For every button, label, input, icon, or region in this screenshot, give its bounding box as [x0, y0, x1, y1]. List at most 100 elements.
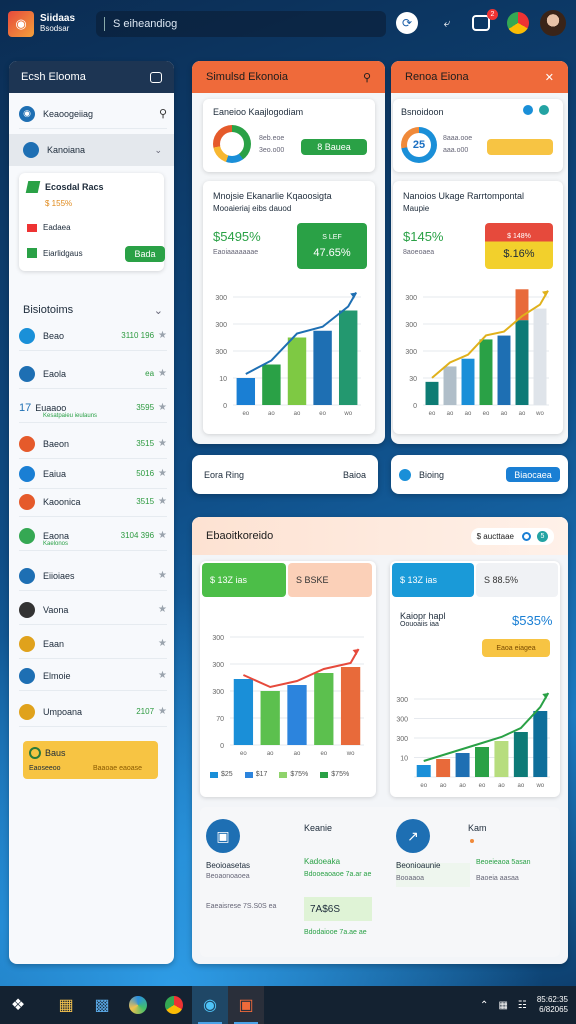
star-icon[interactable]: ★	[158, 368, 167, 379]
bottom-bar-chart-1: 300 300 300 70 0 eo ao ao eo wo	[212, 635, 364, 757]
sidebar-item-label: Umpoana	[43, 706, 83, 717]
sidebar-item-icon	[19, 493, 35, 510]
left-kpi-button[interactable]: 8 Bauea	[301, 139, 367, 155]
sidebar-item[interactable]: Umpoana 2107 ★	[19, 697, 167, 727]
x-tick-label: eo	[319, 411, 326, 417]
sidebar-item-icon	[19, 465, 35, 482]
bottom-pane-tag[interactable]: $ aucttaae 5	[470, 527, 554, 545]
game-taskbar-icon[interactable]: ▣	[228, 986, 264, 1024]
star-icon[interactable]: ★	[158, 468, 167, 479]
chevron-down-icon[interactable]: ⌄	[154, 304, 163, 317]
radio-icon[interactable]	[399, 468, 411, 481]
left-chart-badge-top: S LEF	[322, 233, 342, 241]
info2-l2: Booaaoa	[396, 875, 425, 882]
sidebar-card: Ecosdal Racs $ 155% Eadaea Eiarlidgaus B…	[19, 173, 165, 271]
sidebar-item[interactable]: Vaona ★	[19, 595, 167, 625]
sidebar-item-selected[interactable]: Kanoiana ⌄	[9, 134, 174, 166]
star-icon[interactable]: ★	[158, 638, 167, 649]
x-tick-label: eo	[240, 751, 247, 757]
sidebar-item[interactable]: Eaola ea ★	[19, 359, 167, 389]
bottom-chart1-pill2: S BSKE	[288, 563, 372, 597]
sidebar-item[interactable]: Eaan ★	[19, 629, 167, 659]
sync-icon[interactable]: ⟳	[396, 12, 418, 34]
sidebar-item-value: 5016	[136, 469, 155, 478]
star-icon[interactable]: ★	[158, 496, 167, 507]
clock[interactable]: 85:62:35 6/82065	[537, 995, 568, 1015]
sidebar-item[interactable]: Baeon 3515 ★	[19, 429, 167, 459]
star-icon[interactable]: ★	[158, 402, 167, 413]
star-icon[interactable]: ★	[158, 330, 167, 341]
app-logo[interactable]: ◉	[8, 11, 34, 37]
sidebar-item-label: Eaan	[43, 638, 65, 649]
sidebar-item-label: Kaoonica	[43, 496, 81, 507]
info2-g2: Baoeia aasaa	[476, 875, 519, 882]
sidebar-item[interactable]: Eaona Kaelonos 3104 396 ★	[19, 521, 167, 551]
chart-icon[interactable]: ↗	[396, 819, 430, 853]
sidebar-item[interactable]: Beao 3110 196 ★	[19, 321, 167, 351]
settings-icon[interactable]	[539, 105, 549, 115]
left-chart-badge-value: 47.65%	[313, 246, 351, 259]
strip-right-button[interactable]: Biaocaea	[506, 467, 560, 482]
star-icon[interactable]: ★	[158, 570, 167, 581]
chevron-up-icon[interactable]: ⌃	[480, 1000, 488, 1011]
bar	[436, 759, 451, 777]
left-chart-title: Mnojsie Ekanarlie Kqaoosigta	[213, 191, 332, 201]
star-icon[interactable]: ★	[158, 604, 167, 615]
app-title-line1: Siidaas	[40, 13, 76, 24]
y-tick-label: 300	[215, 349, 227, 356]
chrome-icon[interactable]	[507, 12, 529, 34]
keyboard-icon[interactable]: ☷	[518, 1000, 527, 1011]
sidebar-selected-label: Kanoiana	[47, 145, 86, 155]
sidebar-search-label: Keaoogeiiag	[43, 108, 94, 119]
star-icon[interactable]: ★	[158, 530, 167, 541]
status-dot	[470, 839, 474, 843]
bottom-bar-chart-2: 300 300 300 10 eo ao ao eo ao ao wo	[396, 692, 550, 789]
right-chart-card: Nanoios Ukage Rarrtompontal Maupie $145%…	[393, 181, 563, 434]
sidebar-selected-icon	[23, 142, 39, 158]
briefcase-icon[interactable]: ▣	[206, 819, 240, 853]
star-icon[interactable]: ★	[158, 706, 167, 717]
edge-icon[interactable]	[120, 986, 156, 1024]
search-input[interactable]: S eiheandiog	[96, 11, 386, 37]
sidebar-card-value: $ 155%	[45, 199, 73, 208]
files-icon[interactable]: ▩	[84, 986, 120, 1024]
sidebar-item[interactable]: Eaiua 5016 ★	[19, 459, 167, 489]
sidebar-item[interactable]: 17 Euaaoo Kesatpaieu ieulauns 3595 ★	[19, 393, 167, 423]
sidebar-card-row1: Eadaea	[27, 223, 71, 232]
x-tick-label: ao	[440, 783, 447, 789]
folder-icon[interactable]: ▦	[48, 986, 84, 1024]
strip-left[interactable]: Eora Ring Baioa	[192, 455, 378, 494]
sidebar-card-button[interactable]: Bada	[125, 246, 165, 262]
window-icon[interactable]	[150, 71, 162, 83]
bar	[287, 685, 307, 745]
sidebar-search[interactable]: ◉ Keaoogeiiag ⚲	[19, 99, 167, 129]
windows-start-icon[interactable]: ❖	[0, 986, 36, 1024]
right-kpi-button[interactable]	[487, 139, 553, 155]
ring-value: 25	[407, 133, 431, 157]
bottom-pane: Ebaoitkoreido $ aucttaae 5 $ 13Z ias S B…	[192, 517, 568, 964]
info-icon[interactable]	[523, 105, 533, 115]
close-icon[interactable]: ✕	[545, 71, 554, 84]
sidebar-item[interactable]: Elmoie ★	[19, 661, 167, 691]
sidebar-section-header[interactable]: Bisiotoims ⌄	[23, 304, 163, 317]
sidebar-footer-card[interactable]: Baus Eaoseeoo Baaoae eaoase	[23, 741, 158, 779]
search-icon[interactable]: ⚲	[159, 107, 167, 120]
grid-icon[interactable]: ▦	[498, 1000, 507, 1011]
chrome-taskbar-icon[interactable]	[156, 986, 192, 1024]
chevron-down-icon[interactable]: ⌄	[154, 145, 162, 156]
bottom-chart2-pill1: $ 13Z ias	[392, 563, 474, 597]
search-icon[interactable]: ⚲	[363, 71, 371, 84]
sidebar-item[interactable]: Kaoonica 3515 ★	[19, 487, 167, 517]
legend-label: $25	[221, 771, 233, 778]
x-tick-label: ao	[465, 411, 472, 417]
toggle-icon[interactable]	[522, 531, 531, 541]
y-tick-label: 300	[396, 717, 408, 724]
star-icon[interactable]: ★	[158, 670, 167, 681]
bottom-chart2-button[interactable]: Eaoa eiagea	[482, 639, 550, 657]
avatar[interactable]	[540, 10, 566, 36]
star-icon[interactable]: ★	[158, 438, 167, 449]
sidebar-item[interactable]: Eiioiaes ★	[19, 561, 167, 591]
share-icon[interactable]: ⤶	[436, 12, 458, 34]
x-tick-label: ao	[501, 411, 508, 417]
app-taskbar-icon[interactable]: ◉	[192, 986, 228, 1024]
